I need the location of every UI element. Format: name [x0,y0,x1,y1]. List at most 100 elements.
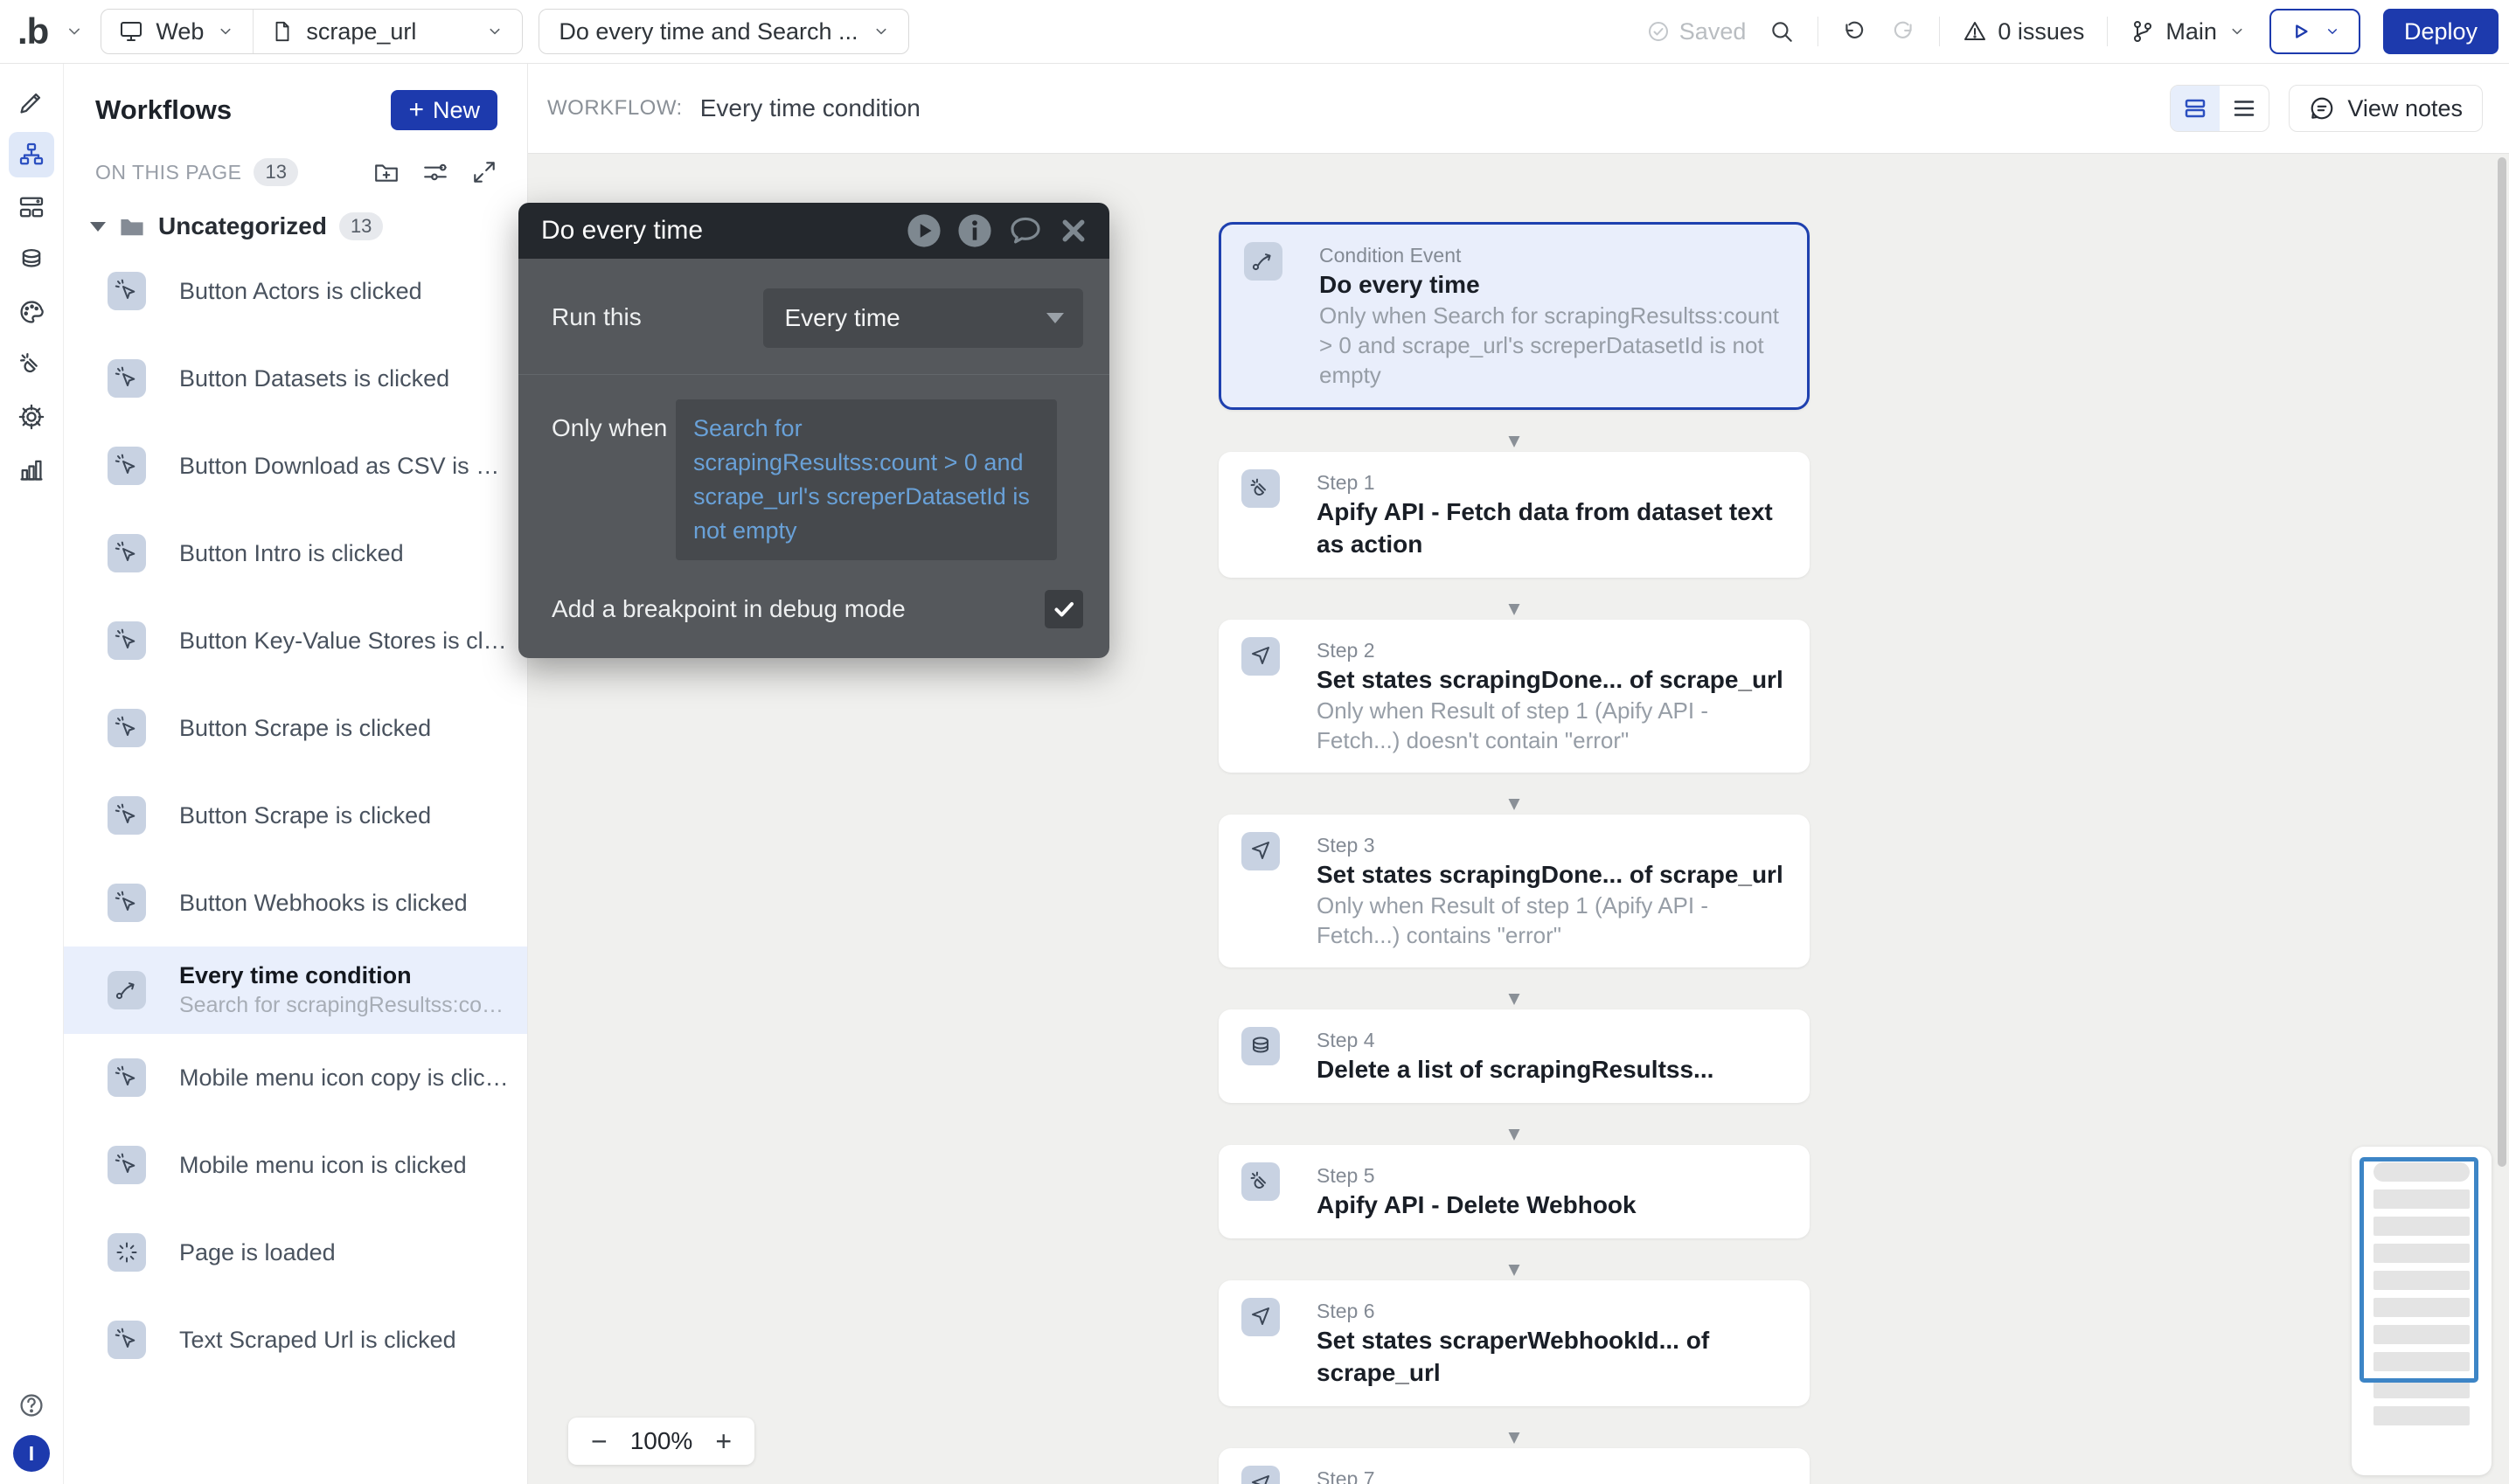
workflow-caps-label: WORKFLOW: [547,96,683,121]
plugin-icon [1241,1162,1280,1201]
workflow-list-item[interactable]: Button Datasets is clicked [64,335,527,422]
run-icon[interactable] [907,213,942,248]
workflow-list-item[interactable]: Button Webhooks is clicked [64,859,527,947]
step-card-condition[interactable]: Condition Event Do every time Only when … [1219,222,1810,410]
workflow-list-item[interactable]: Mobile menu icon copy is clicked [64,1034,527,1121]
page-icon [271,20,294,43]
logs-icon[interactable] [9,447,54,492]
cursor-click-icon [108,1321,146,1359]
data-icon [1241,1027,1280,1065]
canvas-scrollbar[interactable] [2498,157,2506,1167]
step-card-5[interactable]: Step 5 Apify API - Delete Webhook [1219,1145,1810,1238]
list-view-icon[interactable] [2220,86,2269,131]
only-when-expression[interactable]: Search for scrapingResultss:count > 0 an… [676,399,1057,560]
environment-dropdown[interactable]: Web [101,10,253,53]
workflow-list-item[interactable]: Button Download as CSV is clicked [64,422,527,510]
connector-arrow-icon [1219,1103,1810,1145]
cursor-click-icon [108,447,146,485]
breakpoint-checkbox[interactable] [1045,590,1083,628]
card-view-icon[interactable] [2171,86,2220,131]
data-icon[interactable] [9,237,54,282]
minimap[interactable] [2352,1147,2492,1475]
caret-down-icon [90,222,106,232]
zoom-level: 100% [630,1427,693,1455]
panel-title: Workflows [95,94,232,126]
step-card-6[interactable]: Step 6 Set states scraperWebhookId... of… [1219,1280,1810,1406]
chevron-down-icon [216,22,235,41]
connector-arrow-icon [1219,967,1810,1009]
workflow-list-item[interactable]: Page is loaded [64,1209,527,1296]
cursor-click-icon [108,884,146,922]
zoom-in-button[interactable]: + [715,1427,732,1455]
workflow-list-item[interactable]: Button Actors is clicked [64,247,527,335]
step-card-1[interactable]: Step 1 Apify API - Fetch data from datas… [1219,452,1810,578]
step-card-3[interactable]: Step 3 Set states scrapingDone... of scr… [1219,815,1810,967]
step-card-4[interactable]: Step 4 Delete a list of scrapingResultss… [1219,1009,1810,1103]
redo-icon[interactable] [1890,18,1916,45]
plugins-icon[interactable] [9,342,54,387]
styles-icon[interactable] [9,289,54,335]
search-icon[interactable] [1769,18,1795,45]
workflow-list-item[interactable]: Text Scraped Url is clicked [64,1296,527,1383]
workflow-list-item[interactable]: Mobile menu icon is clicked [64,1121,527,1209]
plus-icon: + [408,97,424,123]
workflow-list-item[interactable]: Button Intro is clicked [64,510,527,597]
preview-button[interactable] [2269,9,2360,54]
chevron-down-icon [2324,23,2341,40]
workflow-list-item[interactable]: Button Key-Value Stores is clicked [64,597,527,684]
view-mode-toggle [2170,85,2269,132]
condition-icon [108,971,146,1009]
expand-icon[interactable] [471,159,497,185]
environment-page-selector: Web scrape_url [101,9,523,54]
settings-icon[interactable] [9,394,54,440]
git-branch-icon [2130,19,2155,44]
workflow-icon[interactable] [9,132,54,177]
branch-label: Main [2165,18,2217,45]
close-icon[interactable] [1059,216,1088,246]
logo-chevron-down-icon[interactable] [64,21,85,42]
element-action-icon [1241,1298,1280,1336]
account-avatar[interactable]: I [13,1435,50,1472]
element-action-icon [1241,637,1280,676]
view-notes-button[interactable]: View notes [2289,85,2483,132]
deploy-button[interactable]: Deploy [2383,9,2499,54]
info-icon[interactable] [957,213,992,248]
comment-icon[interactable] [1008,213,1043,248]
undo-icon[interactable] [1841,18,1867,45]
section-count-badge: 13 [254,158,297,186]
top-toolbar: .b Web scrape_url Do every time and Sear… [0,0,2509,64]
dialog-title: Do every time [541,216,703,246]
page-dropdown[interactable]: scrape_url [253,10,522,53]
plugin-icon [1241,469,1280,508]
issues-button[interactable]: 0 issues [1963,18,2084,45]
workflow-selector-dropdown[interactable]: Do every time and Search ... [539,9,909,54]
components-icon[interactable] [9,184,54,230]
minimap-viewport[interactable] [2360,1157,2478,1383]
help-icon[interactable] [9,1383,54,1428]
cursor-click-icon [108,796,146,835]
step-card-7[interactable]: Step 7 Hide loading_circle [1219,1448,1810,1484]
event-properties-dialog: Do every time Run this Every time Only w… [518,203,1109,658]
folder-row-uncategorized[interactable]: Uncategorized 13 [64,186,527,247]
branch-dropdown[interactable]: Main [2130,18,2247,45]
cursor-click-icon [108,709,146,747]
filter-icon[interactable] [422,159,448,185]
workflow-list-item-selected[interactable]: Every time condition Search for scraping… [64,947,527,1034]
caret-down-icon [1046,313,1064,323]
chevron-down-icon [2228,22,2247,41]
toolbar-divider [1939,17,1940,46]
run-this-dropdown[interactable]: Every time [763,288,1083,348]
connector-arrow-icon [1219,773,1810,815]
zoom-out-button[interactable]: − [591,1427,608,1455]
workflow-title: Every time condition [700,94,921,122]
play-icon [2289,20,2311,43]
left-icon-rail: I [0,64,64,1484]
workflow-list-item[interactable]: Button Scrape is clicked [64,772,527,859]
step-card-2[interactable]: Step 2 Set states scrapingDone... of scr… [1219,620,1810,773]
new-workflow-button[interactable]: + New [391,90,497,130]
design-icon[interactable] [9,80,54,125]
zoom-control: − 100% + [568,1418,754,1465]
new-folder-icon[interactable] [373,159,400,185]
workflow-list-item[interactable]: Button Scrape is clicked [64,684,527,772]
cursor-click-icon [108,621,146,660]
